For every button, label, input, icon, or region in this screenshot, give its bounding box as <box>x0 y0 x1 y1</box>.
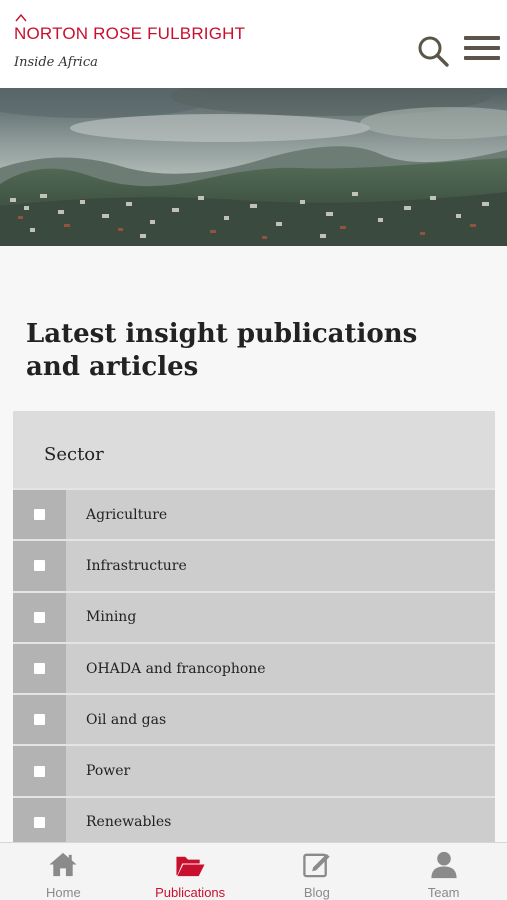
person-icon <box>431 851 457 879</box>
filter-item-renewables[interactable]: Renewables <box>13 795 495 843</box>
filter-item-label: Oil and gas <box>66 695 495 745</box>
filter-item-label: Infrastructure <box>66 541 495 591</box>
tab-label: Blog <box>303 885 330 900</box>
checkbox-box[interactable] <box>34 765 45 777</box>
tab-blog[interactable]: Blog <box>254 843 381 900</box>
logo-wordmark[interactable]: NORTON ROSE FULBRIGHT <box>14 24 245 44</box>
filter-checkbox[interactable] <box>13 695 66 745</box>
checkbox-box[interactable] <box>34 663 45 675</box>
hamburger-menu-icon-line <box>464 56 500 60</box>
checkbox-box[interactable] <box>34 816 45 828</box>
filter-item-ohada-and-francophone[interactable]: OHADA and francophone <box>13 641 495 694</box>
hero-image <box>0 88 507 246</box>
filter-item-label: Mining <box>66 592 495 642</box>
checkbox-box[interactable] <box>34 714 45 726</box>
checkbox-box[interactable] <box>34 560 45 572</box>
sector-filter-panel: Sector Agriculture Infrastructure Mining… <box>13 411 495 843</box>
folder-open-icon <box>176 856 205 877</box>
bottom-tab-bar: Home Publications Blog Team <box>0 842 507 900</box>
filter-item-power[interactable]: Power <box>13 744 495 796</box>
filter-item-mining[interactable]: Mining <box>13 590 495 642</box>
filter-heading: Sector <box>13 411 495 488</box>
filter-checkbox[interactable] <box>13 490 66 540</box>
filter-checkbox[interactable] <box>13 746 66 796</box>
filter-item-oil-and-gas[interactable]: Oil and gas <box>13 693 495 745</box>
tab-label: Home <box>46 885 81 900</box>
app-header: NORTON ROSE FULBRIGHT Inside Africa <box>0 0 507 88</box>
search-icon <box>418 36 449 67</box>
menu-button[interactable] <box>464 36 500 66</box>
tab-publications[interactable]: Publications <box>127 843 254 900</box>
filter-item-label: Renewables <box>66 797 495 843</box>
home-icon <box>49 852 77 877</box>
filter-item-label: OHADA and francophone <box>66 643 495 694</box>
filter-item-infrastructure[interactable]: Infrastructure <box>13 539 495 591</box>
hamburger-menu-icon <box>464 36 500 40</box>
landscape-town-photo <box>0 88 507 246</box>
logo-caret-icon <box>15 14 27 22</box>
tab-team[interactable]: Team <box>380 843 507 900</box>
filter-item-label: Agriculture <box>66 490 495 540</box>
logo-tagline: Inside Africa <box>14 55 98 70</box>
tab-home[interactable]: Home <box>0 843 127 900</box>
page-title: Latest insight publications and articles <box>26 319 418 382</box>
filter-checkbox[interactable] <box>13 541 66 591</box>
filter-checkbox[interactable] <box>13 797 66 843</box>
edit-icon <box>303 853 330 878</box>
search-button[interactable] <box>416 34 450 68</box>
checkbox-box[interactable] <box>34 509 45 521</box>
filter-item-label: Power <box>66 746 495 796</box>
filter-checkbox[interactable] <box>13 643 66 694</box>
tab-label: Team <box>427 885 460 900</box>
checkbox-box[interactable] <box>34 611 45 623</box>
filter-item-agriculture[interactable]: Agriculture <box>13 488 495 540</box>
filter-checkbox[interactable] <box>13 592 66 642</box>
hamburger-menu-icon-line <box>464 46 500 50</box>
tab-label: Publications <box>155 885 226 900</box>
